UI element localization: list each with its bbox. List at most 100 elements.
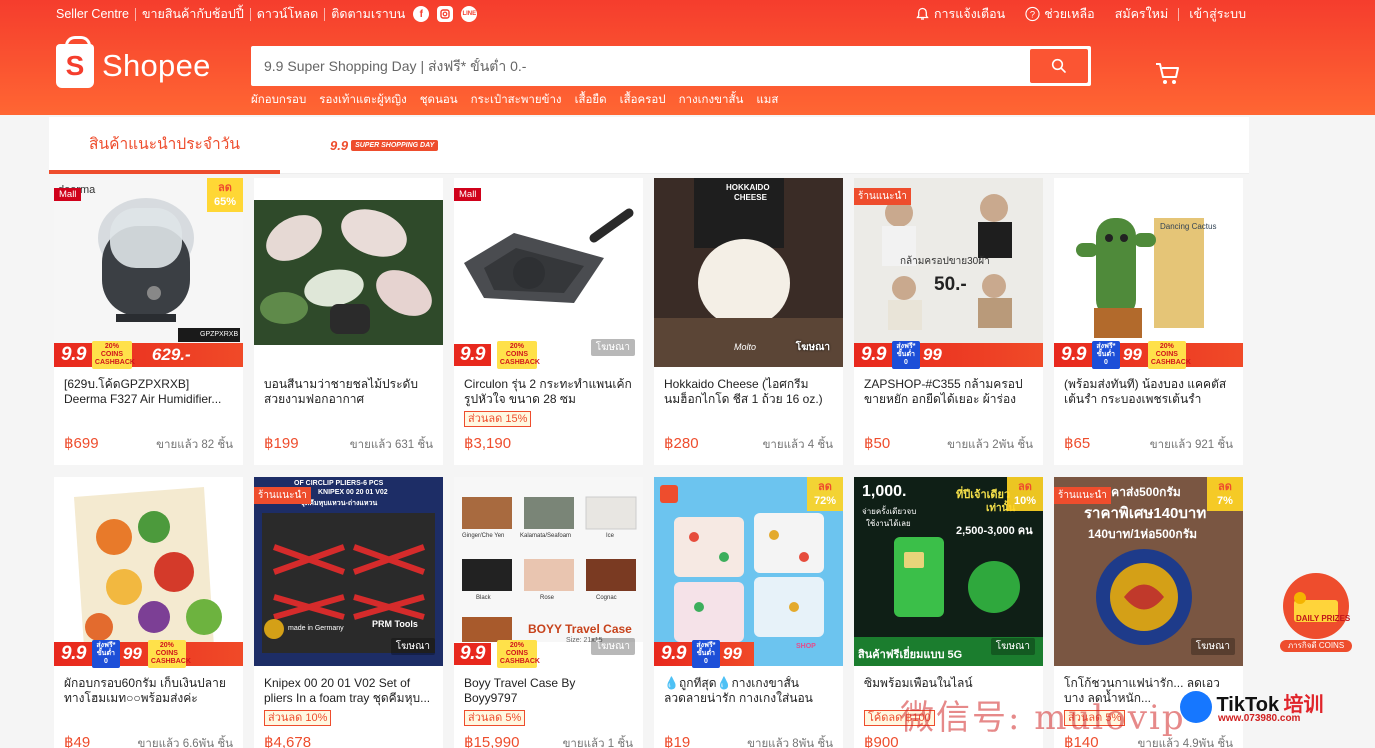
line-icon[interactable]: LINE <box>461 6 478 22</box>
product-price: ฿15,990 <box>464 734 520 748</box>
product-price: ฿900 <box>864 734 899 748</box>
notifications-link[interactable]: การแจ้งเตือน <box>915 4 1005 24</box>
coins-chip: 20% COINS CASHBACK <box>496 341 540 369</box>
discount-label: ลด <box>1018 481 1032 493</box>
product-name: Hokkaido Cheese (ไอศกรีม นมฮ็อกไกโด ชีส … <box>664 377 823 406</box>
keyword-link[interactable]: เสื้อครอป <box>620 91 666 109</box>
search-icon <box>1051 58 1066 73</box>
product-card[interactable]: Mall 9.9 20% COINS CASHBACK โฆษณา Circul… <box>454 178 643 465</box>
free-shipping-chip: ส่งฟรี* ขั้นต่ำ 0 <box>891 341 920 369</box>
crop-top-image <box>854 178 1043 367</box>
help-link[interactable]: ? ช่วยเหลือ <box>1025 4 1095 24</box>
prize-label: DAILY PRIZES <box>1296 614 1351 623</box>
keyword-link[interactable]: แมส <box>756 91 778 109</box>
product-card[interactable]: กล้ามครอปขาย30ผ้า 50.- ร้านแนะนำ 9.9 ส่ง… <box>854 178 1043 465</box>
keyword-link[interactable]: เสื้อยืด <box>575 91 607 109</box>
sold-count: ขายแล้ว 4 ชิ้น <box>762 439 833 451</box>
product-card[interactable]: บอนสีนามว่าชายชลไม้ประดับ สวยงามฟอกอากาศ… <box>254 178 443 465</box>
divider <box>1178 7 1180 21</box>
seller-centre-link[interactable]: Seller Centre <box>56 7 129 21</box>
keyword-link[interactable]: ผักอบกรอบ <box>251 91 306 109</box>
discount-value: 10% <box>1013 495 1037 507</box>
free-shipping-chip: ส่งฟรี* ขั้นต่ำ 0 <box>1091 341 1120 369</box>
image-text: ราคาพิเศษ140บาท <box>1084 505 1207 522</box>
prize-icon <box>1283 573 1349 639</box>
product-card[interactable]: Dancing Cactus 9.9 ส่งฟรี* ขั้นต่ำ 0 99 … <box>1054 178 1243 465</box>
facebook-icon[interactable]: f <box>413 6 430 22</box>
image-text: OF CIRCLIP PLIERS-6 PCS <box>294 480 384 487</box>
cactus-image <box>1076 218 1204 338</box>
product-name: [629บ.โค้ดGPZPXRXB] Deerma F327 Air Humi… <box>64 377 222 406</box>
divider <box>249 7 251 21</box>
banner-price: 629.- <box>151 345 191 364</box>
banner-99: 9.9 <box>61 344 86 365</box>
top-bar-right: การแจ้งเตือน ? ช่วยเหลือ สมัครใหม่ เข้าส… <box>895 4 1246 24</box>
veg-chips-image <box>74 487 222 647</box>
event-number: 9.9 <box>330 138 349 153</box>
svg-text:?: ? <box>1030 9 1035 19</box>
tiktok-logo-icon <box>1180 690 1212 723</box>
discount-badge: ลด 65% <box>207 178 243 212</box>
mall-badge: Mall <box>454 188 482 201</box>
product-card[interactable]: deerma GPZPXRXB Mall ลด65% 9.9 20% COINS… <box>54 178 243 465</box>
product-card[interactable]: HOKKAIDO CHEESE Molto โฆษณา Hokkaido Che… <box>654 178 843 465</box>
product-image: Dancing Cactus <box>1054 178 1243 367</box>
keyword-link[interactable]: ชุดนอน <box>420 91 458 109</box>
promo-tag: ส่วนลด 10% <box>264 710 332 726</box>
sold-count: ขายแล้ว 631 ชิ้น <box>349 439 433 451</box>
product-price: ฿199 <box>264 435 299 452</box>
shopee-bag-icon: S <box>56 36 94 88</box>
discount-badge: ลด 72% <box>807 477 843 511</box>
product-name: บอนสีนามว่าชายชลไม้ประดับ สวยงามฟอกอากาศ <box>264 377 418 406</box>
divider <box>134 7 136 21</box>
image-text: Dancing Cactus <box>1160 222 1217 231</box>
product-price: ฿19 <box>664 734 691 748</box>
prize-sub: ภารกิจดี COINS <box>1280 640 1352 652</box>
sold-count: ขายแล้ว 6.6พัน ชิ้น <box>137 738 233 748</box>
product-price: ฿3,190 <box>464 435 512 452</box>
shopee-logo[interactable]: S Shopee <box>56 36 211 88</box>
tab-daily-discover[interactable]: สินค้าแนะนำประจำวัน <box>49 117 280 174</box>
banner-99: 9.9 <box>454 344 491 366</box>
notifications-label: การแจ้งเตือน <box>933 7 1006 21</box>
image-text: Cognac <box>596 595 617 601</box>
search-input[interactable] <box>254 58 1030 74</box>
product-image <box>54 477 243 666</box>
download-link[interactable]: ดาวน์โหลด <box>257 4 318 24</box>
product-card[interactable]: SHOP ลด 72% 9.9 ส่งฟรี* ขั้นต่ำ 0 99 💧ถูก… <box>654 477 843 748</box>
search-button[interactable] <box>1030 49 1088 83</box>
keyword-link[interactable]: กระเป๋าสะพายข้าง <box>471 91 562 109</box>
search-bar <box>251 46 1091 86</box>
sold-count: ขายแล้ว 921 ชิ้น <box>1149 439 1233 451</box>
ad-label: โฆษณา <box>590 339 635 356</box>
promo-tag: ส่วนลด 15% <box>464 411 532 427</box>
image-text: 50.- <box>934 274 967 295</box>
header: Seller Centre ขายสินค้ากับช้อปปี้ ดาวน์โ… <box>0 0 1375 115</box>
keyword-link[interactable]: กางเกงขาสั้น <box>679 91 744 109</box>
recommendation-tabs: สินค้าแนะนำประจำวัน 9.9 SUPER SHOPPING D… <box>49 117 1249 174</box>
image-text: กล้ามครอปขาย30ผ้า <box>900 256 990 267</box>
tab-super-shopping-day[interactable]: 9.9 SUPER SHOPPING DAY <box>330 117 439 174</box>
ad-label: โฆษณา <box>590 638 635 655</box>
top-bar-left: Seller Centre ขายสินค้ากับช้อปปี้ ดาวน์โ… <box>56 4 478 24</box>
tiktok-watermark: TikTok 培训 www.073980.com <box>1180 688 1370 730</box>
keyword-link[interactable]: รองเท้าแตะผู้หญิง <box>319 91 406 109</box>
instagram-icon[interactable] <box>437 6 454 22</box>
daily-prizes-widget[interactable]: DAILY PRIZES ภารกิจดี COINS <box>1280 570 1352 652</box>
sell-link[interactable]: ขายสินค้ากับช้อปปี้ <box>142 4 244 24</box>
product-price: ฿65 <box>1064 435 1091 452</box>
product-card[interactable]: 9.9 ส่งฟรี* ขั้นต่ำ 0 99 20% COINS CASHB… <box>54 477 243 748</box>
ad-label: โฆษณา <box>990 638 1035 655</box>
product-price: ฿4,678 <box>264 734 312 748</box>
cart-icon <box>1156 63 1179 84</box>
event-label: SUPER SHOPPING DAY <box>351 140 439 151</box>
sold-count: ขายแล้ว 2พัน ชิ้น <box>947 439 1033 451</box>
banner-99: 9.9 <box>61 643 86 664</box>
signup-link[interactable]: สมัครใหม่ <box>1115 4 1169 24</box>
login-link[interactable]: เข้าสู่ระบบ <box>1189 4 1246 24</box>
image-text: ชุดคีมหุบแหวน-ถ่างแหวน <box>300 500 378 507</box>
product-card[interactable]: OF CIRCLIP PLIERS-6 PCS KNIPEX 00 20 01 … <box>254 477 443 748</box>
banner-price: 99 <box>922 345 942 364</box>
product-card[interactable]: Ginger/Che Yen Kalamata/Seafoam Ice Blac… <box>454 477 643 748</box>
cart-button[interactable] <box>1153 58 1183 88</box>
